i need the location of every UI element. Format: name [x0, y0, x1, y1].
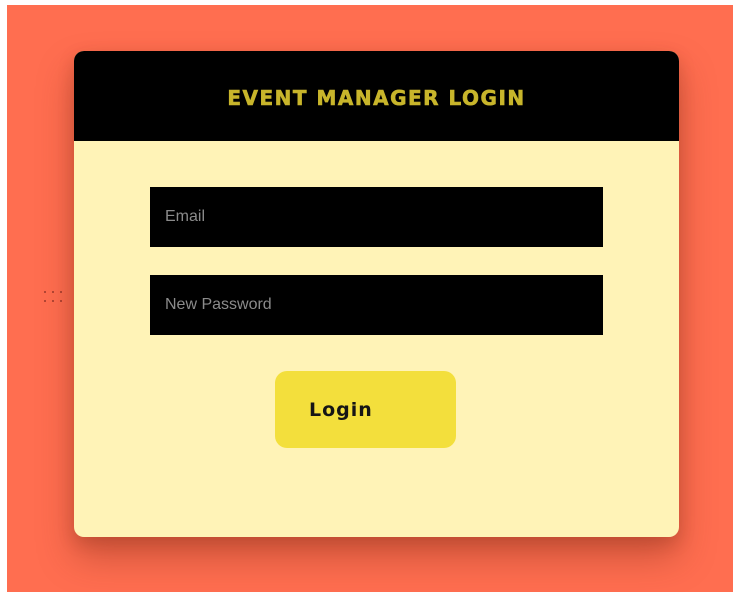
drag-dot — [52, 291, 54, 293]
drag-dot — [60, 291, 62, 293]
drag-dot — [60, 300, 62, 302]
drag-handle-icon[interactable] — [44, 291, 66, 307]
login-card-header: EVENT MANAGER LOGIN — [74, 51, 679, 141]
drag-dot — [44, 291, 46, 293]
drag-dot — [52, 300, 54, 302]
page-background: EVENT MANAGER LOGIN Login — [7, 5, 733, 592]
page-title: EVENT MANAGER LOGIN — [227, 86, 526, 111]
login-card: EVENT MANAGER LOGIN Login — [74, 51, 679, 537]
email-field[interactable] — [150, 187, 603, 247]
password-field[interactable] — [150, 275, 603, 335]
drag-dot — [44, 300, 46, 302]
login-button[interactable]: Login — [275, 371, 456, 448]
